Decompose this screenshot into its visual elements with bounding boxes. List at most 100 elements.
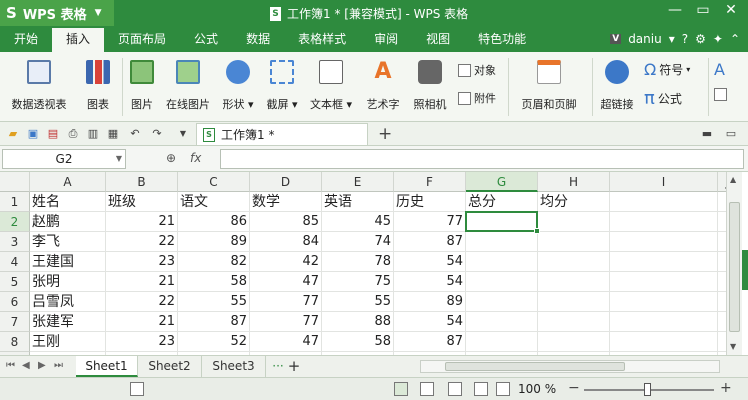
cell[interactable]: 54 bbox=[394, 252, 466, 272]
reading-mode-icon[interactable] bbox=[474, 382, 488, 396]
cell[interactable] bbox=[718, 252, 726, 272]
cell[interactable]: 均分 bbox=[538, 192, 610, 212]
cell[interactable] bbox=[538, 232, 610, 252]
cell[interactable]: 58 bbox=[322, 332, 394, 352]
prev-sheet-icon[interactable]: ◀ bbox=[22, 360, 30, 371]
row-header[interactable]: 6 bbox=[0, 292, 30, 312]
minimize-button[interactable]: — bbox=[664, 2, 686, 18]
cell[interactable]: 89 bbox=[178, 232, 250, 252]
page-layout-view-icon[interactable] bbox=[448, 382, 462, 396]
column-header[interactable]: F bbox=[394, 172, 466, 192]
cell[interactable] bbox=[610, 332, 718, 352]
cell[interactable] bbox=[718, 332, 726, 352]
menu-page-layout[interactable]: 页面布局 bbox=[104, 26, 180, 52]
cell[interactable]: 历史 bbox=[394, 192, 466, 212]
sheet-tab-sheet2[interactable]: Sheet2 bbox=[138, 356, 202, 377]
first-sheet-icon[interactable]: ⏮ bbox=[6, 360, 15, 371]
cell[interactable]: 45 bbox=[322, 212, 394, 232]
cell[interactable] bbox=[538, 252, 610, 272]
cell[interactable]: 班级 bbox=[106, 192, 178, 212]
open-folder-icon[interactable]: ▰ bbox=[6, 127, 20, 141]
cell[interactable]: 75 bbox=[322, 272, 394, 292]
zoom-slider-thumb[interactable] bbox=[644, 383, 651, 396]
document-tab[interactable]: S 工作簿1 * bbox=[196, 123, 368, 145]
format-painter-icon[interactable]: ▦ bbox=[106, 127, 120, 141]
gear-icon[interactable]: ⚙ bbox=[695, 32, 706, 46]
column-header[interactable]: A bbox=[30, 172, 106, 192]
skin-icon[interactable]: ✦ bbox=[713, 32, 723, 46]
attachment-button[interactable]: 附件 bbox=[458, 90, 496, 106]
horizontal-scrollbar[interactable] bbox=[420, 360, 720, 373]
restore-button[interactable]: ▭ bbox=[692, 2, 714, 18]
tab-list-icon[interactable]: ▬ bbox=[700, 127, 714, 141]
name-box[interactable]: G2 ▼ bbox=[2, 149, 126, 169]
cell[interactable] bbox=[718, 312, 726, 332]
column-header[interactable]: J bbox=[718, 172, 726, 192]
horizontal-scroll-thumb[interactable] bbox=[445, 362, 625, 371]
cell[interactable]: 21 bbox=[106, 272, 178, 292]
eye-protection-icon[interactable] bbox=[496, 382, 510, 396]
row-header[interactable]: 3 bbox=[0, 232, 30, 252]
zoom-out-button[interactable]: − bbox=[568, 380, 580, 396]
cell[interactable]: 86 bbox=[178, 212, 250, 232]
scroll-down-icon[interactable]: ▼ bbox=[730, 342, 736, 351]
zoom-in-button[interactable]: + bbox=[720, 380, 732, 396]
cell[interactable] bbox=[610, 272, 718, 292]
object-button[interactable]: 对象 bbox=[458, 62, 496, 78]
cell[interactable]: 23 bbox=[106, 252, 178, 272]
cell[interactable] bbox=[718, 212, 726, 232]
new-tab-button[interactable]: + bbox=[378, 124, 392, 144]
cell[interactable]: 王刚 bbox=[30, 332, 106, 352]
macro-record-icon[interactable] bbox=[130, 382, 144, 396]
cell[interactable]: 42 bbox=[250, 252, 322, 272]
cell[interactable]: 21 bbox=[106, 312, 178, 332]
wordart-button[interactable]: A 艺术字 bbox=[362, 52, 404, 122]
cell[interactable] bbox=[610, 212, 718, 232]
cell[interactable] bbox=[718, 232, 726, 252]
cell[interactable]: 语文 bbox=[178, 192, 250, 212]
row-header[interactable]: 8 bbox=[0, 332, 30, 352]
more-options-button[interactable] bbox=[714, 88, 727, 101]
row-header[interactable]: 2 bbox=[0, 212, 30, 232]
cell[interactable] bbox=[718, 192, 726, 212]
row-header[interactable]: 4 bbox=[0, 252, 30, 272]
scroll-thumb[interactable] bbox=[729, 202, 740, 332]
cell[interactable]: 47 bbox=[250, 332, 322, 352]
cell[interactable] bbox=[538, 292, 610, 312]
menu-insert[interactable]: 插入 bbox=[52, 26, 105, 52]
cell[interactable]: 52 bbox=[178, 332, 250, 352]
textbox-button[interactable]: 文本框 ▾ bbox=[306, 52, 356, 122]
column-header[interactable]: I bbox=[610, 172, 718, 192]
shape-button[interactable]: 形状 ▾ bbox=[218, 52, 258, 122]
cell[interactable]: 54 bbox=[394, 272, 466, 292]
column-header[interactable]: H bbox=[538, 172, 610, 192]
next-sheet-icon[interactable]: ▶ bbox=[38, 360, 46, 371]
cell[interactable]: 77 bbox=[250, 292, 322, 312]
chevron-down-icon[interactable]: ▾ bbox=[669, 32, 675, 46]
cell[interactable] bbox=[538, 212, 610, 232]
function-icon[interactable]: fx bbox=[190, 151, 201, 165]
cell[interactable]: 84 bbox=[250, 232, 322, 252]
cell[interactable]: 54 bbox=[394, 312, 466, 332]
cell[interactable] bbox=[466, 252, 538, 272]
vertical-scrollbar[interactable]: ▲ ▼ bbox=[726, 172, 742, 355]
menu-table-style[interactable]: 表格样式 bbox=[284, 26, 360, 52]
formula-input[interactable] bbox=[220, 149, 744, 169]
close-button[interactable]: ✕ bbox=[720, 2, 742, 18]
cell[interactable]: 21 bbox=[106, 212, 178, 232]
scroll-up-icon[interactable]: ▲ bbox=[730, 175, 736, 184]
add-sheet-button[interactable]: + bbox=[286, 356, 302, 377]
cell[interactable]: 数学 bbox=[250, 192, 322, 212]
app-menu-button[interactable]: S WPS 表格 ▼ bbox=[0, 0, 114, 26]
cell[interactable]: 87 bbox=[394, 332, 466, 352]
cell[interactable]: 姓名 bbox=[30, 192, 106, 212]
cell[interactable]: 88 bbox=[322, 312, 394, 332]
cell[interactable] bbox=[610, 252, 718, 272]
menu-data[interactable]: 数据 bbox=[232, 26, 284, 52]
fill-handle[interactable] bbox=[534, 228, 540, 234]
menu-home[interactable]: 开始 bbox=[0, 26, 52, 52]
redo-icon[interactable]: ↷ bbox=[150, 127, 164, 141]
normal-view-icon[interactable] bbox=[394, 382, 408, 396]
cell[interactable] bbox=[466, 312, 538, 332]
cell[interactable]: 87 bbox=[178, 312, 250, 332]
